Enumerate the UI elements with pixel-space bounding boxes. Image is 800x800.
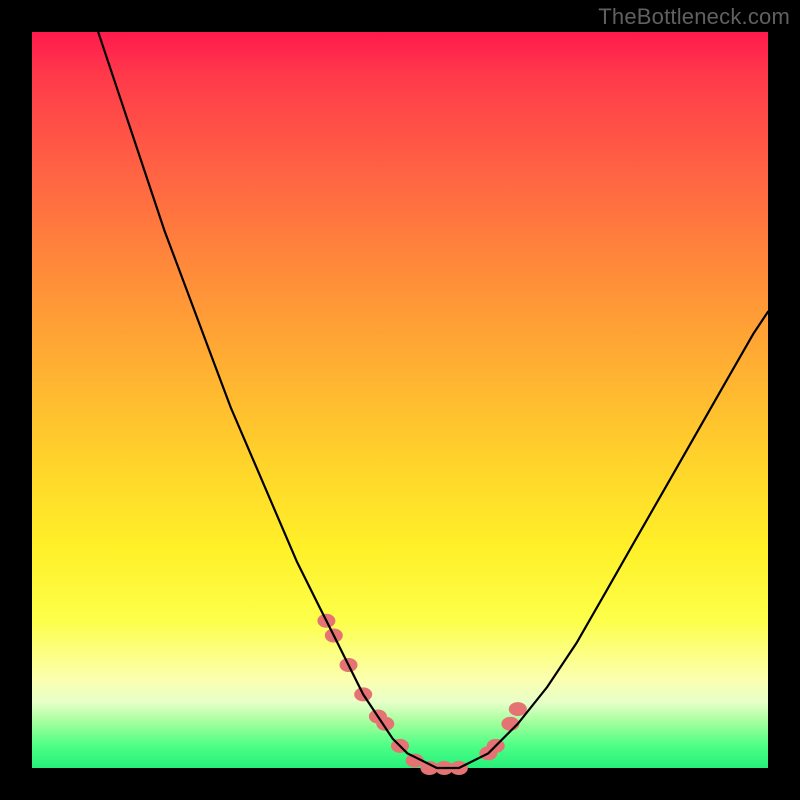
bottleneck-curve	[98, 32, 768, 768]
highlight-dot	[509, 702, 527, 716]
highlight-dots-group	[317, 614, 526, 775]
watermark-text: TheBottleneck.com	[598, 4, 790, 30]
chart-frame: TheBottleneck.com	[0, 0, 800, 800]
plot-area	[32, 32, 768, 768]
curve-svg	[32, 32, 768, 768]
